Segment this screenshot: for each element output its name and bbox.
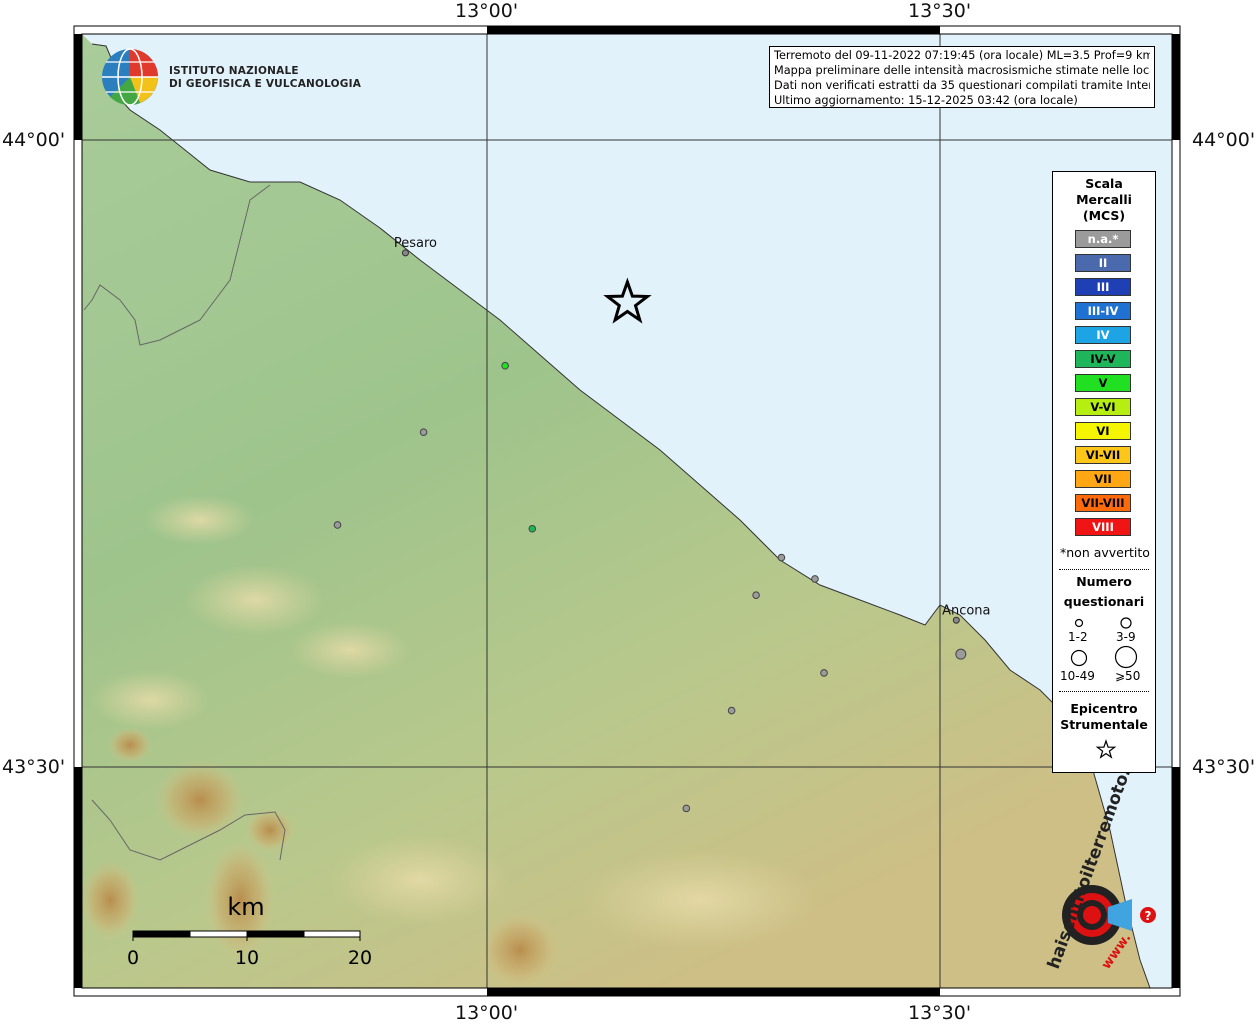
lon-label-top-2: 13°30' — [908, 0, 972, 22]
observation-point — [777, 553, 786, 562]
ingv-name-line2: DI GEOFISICA E VULCANOLOGIA — [169, 78, 362, 90]
terrain-mountain — [108, 727, 152, 763]
observation-point — [528, 524, 537, 533]
scale-tick-10: 10 — [235, 947, 259, 969]
legend-swatch: II — [1075, 254, 1131, 272]
terrain-mountain — [155, 760, 245, 840]
observation-point — [752, 591, 760, 600]
observation-point — [419, 428, 428, 436]
scale-unit-label: km — [227, 893, 264, 921]
terrain-mountain — [480, 912, 560, 988]
legend-swatch: V — [1075, 374, 1131, 392]
ingv-logo-globe — [102, 48, 158, 106]
legend-count-label-10-49: 10-49 — [1060, 669, 1095, 683]
event-info-line1: Terremoto del 09-11-2022 07:19:45 (ora l… — [774, 49, 1150, 62]
terrain-mountain — [82, 860, 140, 940]
terrain-hill — [290, 622, 410, 678]
scale-tick-0: 0 — [127, 947, 139, 969]
event-info-line3: Dati non verificati estratti da 35 quest… — [774, 79, 1150, 92]
terrain-hill — [580, 850, 820, 950]
legend-swatch: n.a.* — [1075, 230, 1131, 248]
observation-point — [682, 804, 691, 813]
legend-epicenter-star-icon — [1095, 739, 1117, 759]
terrain-hill — [90, 670, 210, 730]
legend-swatch: VIII — [1075, 518, 1131, 536]
terrain-hill — [185, 565, 325, 635]
lon-label-top-1: 13°00' — [455, 0, 519, 22]
svg-text:?: ? — [1145, 909, 1152, 923]
legend-swatch: IV-V — [1075, 350, 1131, 368]
legend-swatch: VII — [1075, 470, 1131, 488]
ingv-name-line1: ISTITUTO NAZIONALE — [169, 65, 299, 77]
lat-label-left-1: 44°00' — [2, 129, 66, 151]
legend-count-symbol-1-2 — [1074, 618, 1084, 628]
lon-label-bottom-2: 13°30' — [908, 1002, 972, 1024]
legend-swatch: VII-VIII — [1075, 494, 1131, 512]
legend-epicenter-line1: Epicentro — [1070, 701, 1138, 716]
legend-count-symbol-50 — [1114, 645, 1138, 669]
ingv-logo-text: ISTITUTO NAZIONALE DI GEOFISICA E VULCAN… — [169, 65, 361, 91]
legend-count-symbol-3-9 — [1120, 617, 1132, 629]
legend-title-line3: (MCS) — [1082, 208, 1126, 223]
lat-label-left-2: 43°30' — [2, 756, 66, 778]
observation-point — [955, 648, 967, 660]
observation-point — [820, 669, 828, 677]
lat-label-right-1: 44°00' — [1192, 129, 1256, 151]
legend-swatch: V-VI — [1075, 398, 1131, 416]
city-label: Pesaro — [394, 236, 437, 251]
observation-point — [727, 706, 736, 715]
legend-separator — [1059, 569, 1149, 570]
event-info-box: Terremoto del 09-11-2022 07:19:45 (ora l… — [769, 46, 1155, 108]
terrain-hill — [145, 495, 255, 545]
legend-title-line2: Mercalli — [1076, 192, 1132, 207]
lon-label-bottom-1: 13°00' — [455, 1002, 519, 1024]
legend-swatch: IV — [1075, 326, 1131, 344]
legend-swatch: VI — [1075, 422, 1131, 440]
legend-swatch: III-IV — [1075, 302, 1131, 320]
legend: Scala Mercalli (MCS) n.a.* II III III-IV IV I… — [1052, 171, 1156, 773]
city-label: Ancona — [942, 603, 990, 618]
legend-count-symbol-10-49 — [1070, 649, 1088, 667]
lat-label-right-2: 43°30' — [1192, 756, 1256, 778]
event-info-line2: Mappa preliminare delle intensità macros… — [774, 64, 1150, 77]
legend-title-line1: Scala — [1085, 176, 1123, 191]
observation-point — [501, 361, 509, 370]
legend-non-avvertito: *non avvertito — [1060, 545, 1150, 560]
legend-count-title-line1: Numero — [1076, 574, 1132, 589]
observation-point — [811, 575, 819, 583]
legend-swatch: VI-VII — [1075, 446, 1131, 464]
observation-point — [333, 521, 342, 529]
legend-count-label-50: ⩾50 — [1115, 669, 1141, 683]
legend-count-label-3-9: 3-9 — [1116, 630, 1136, 644]
legend-count-title-line2: questionari — [1063, 594, 1145, 609]
legend-swatch: III — [1075, 278, 1131, 296]
legend-count-label-1-2: 1-2 — [1068, 630, 1088, 644]
terrain-hill — [330, 835, 510, 925]
event-info-line4: Ultimo aggiornamento: 15-12-2025 03:42 (… — [774, 94, 1078, 107]
scale-tick-20: 20 — [348, 947, 372, 969]
legend-epicenter-line2: Strumentale — [1060, 717, 1148, 732]
legend-separator — [1059, 691, 1149, 692]
